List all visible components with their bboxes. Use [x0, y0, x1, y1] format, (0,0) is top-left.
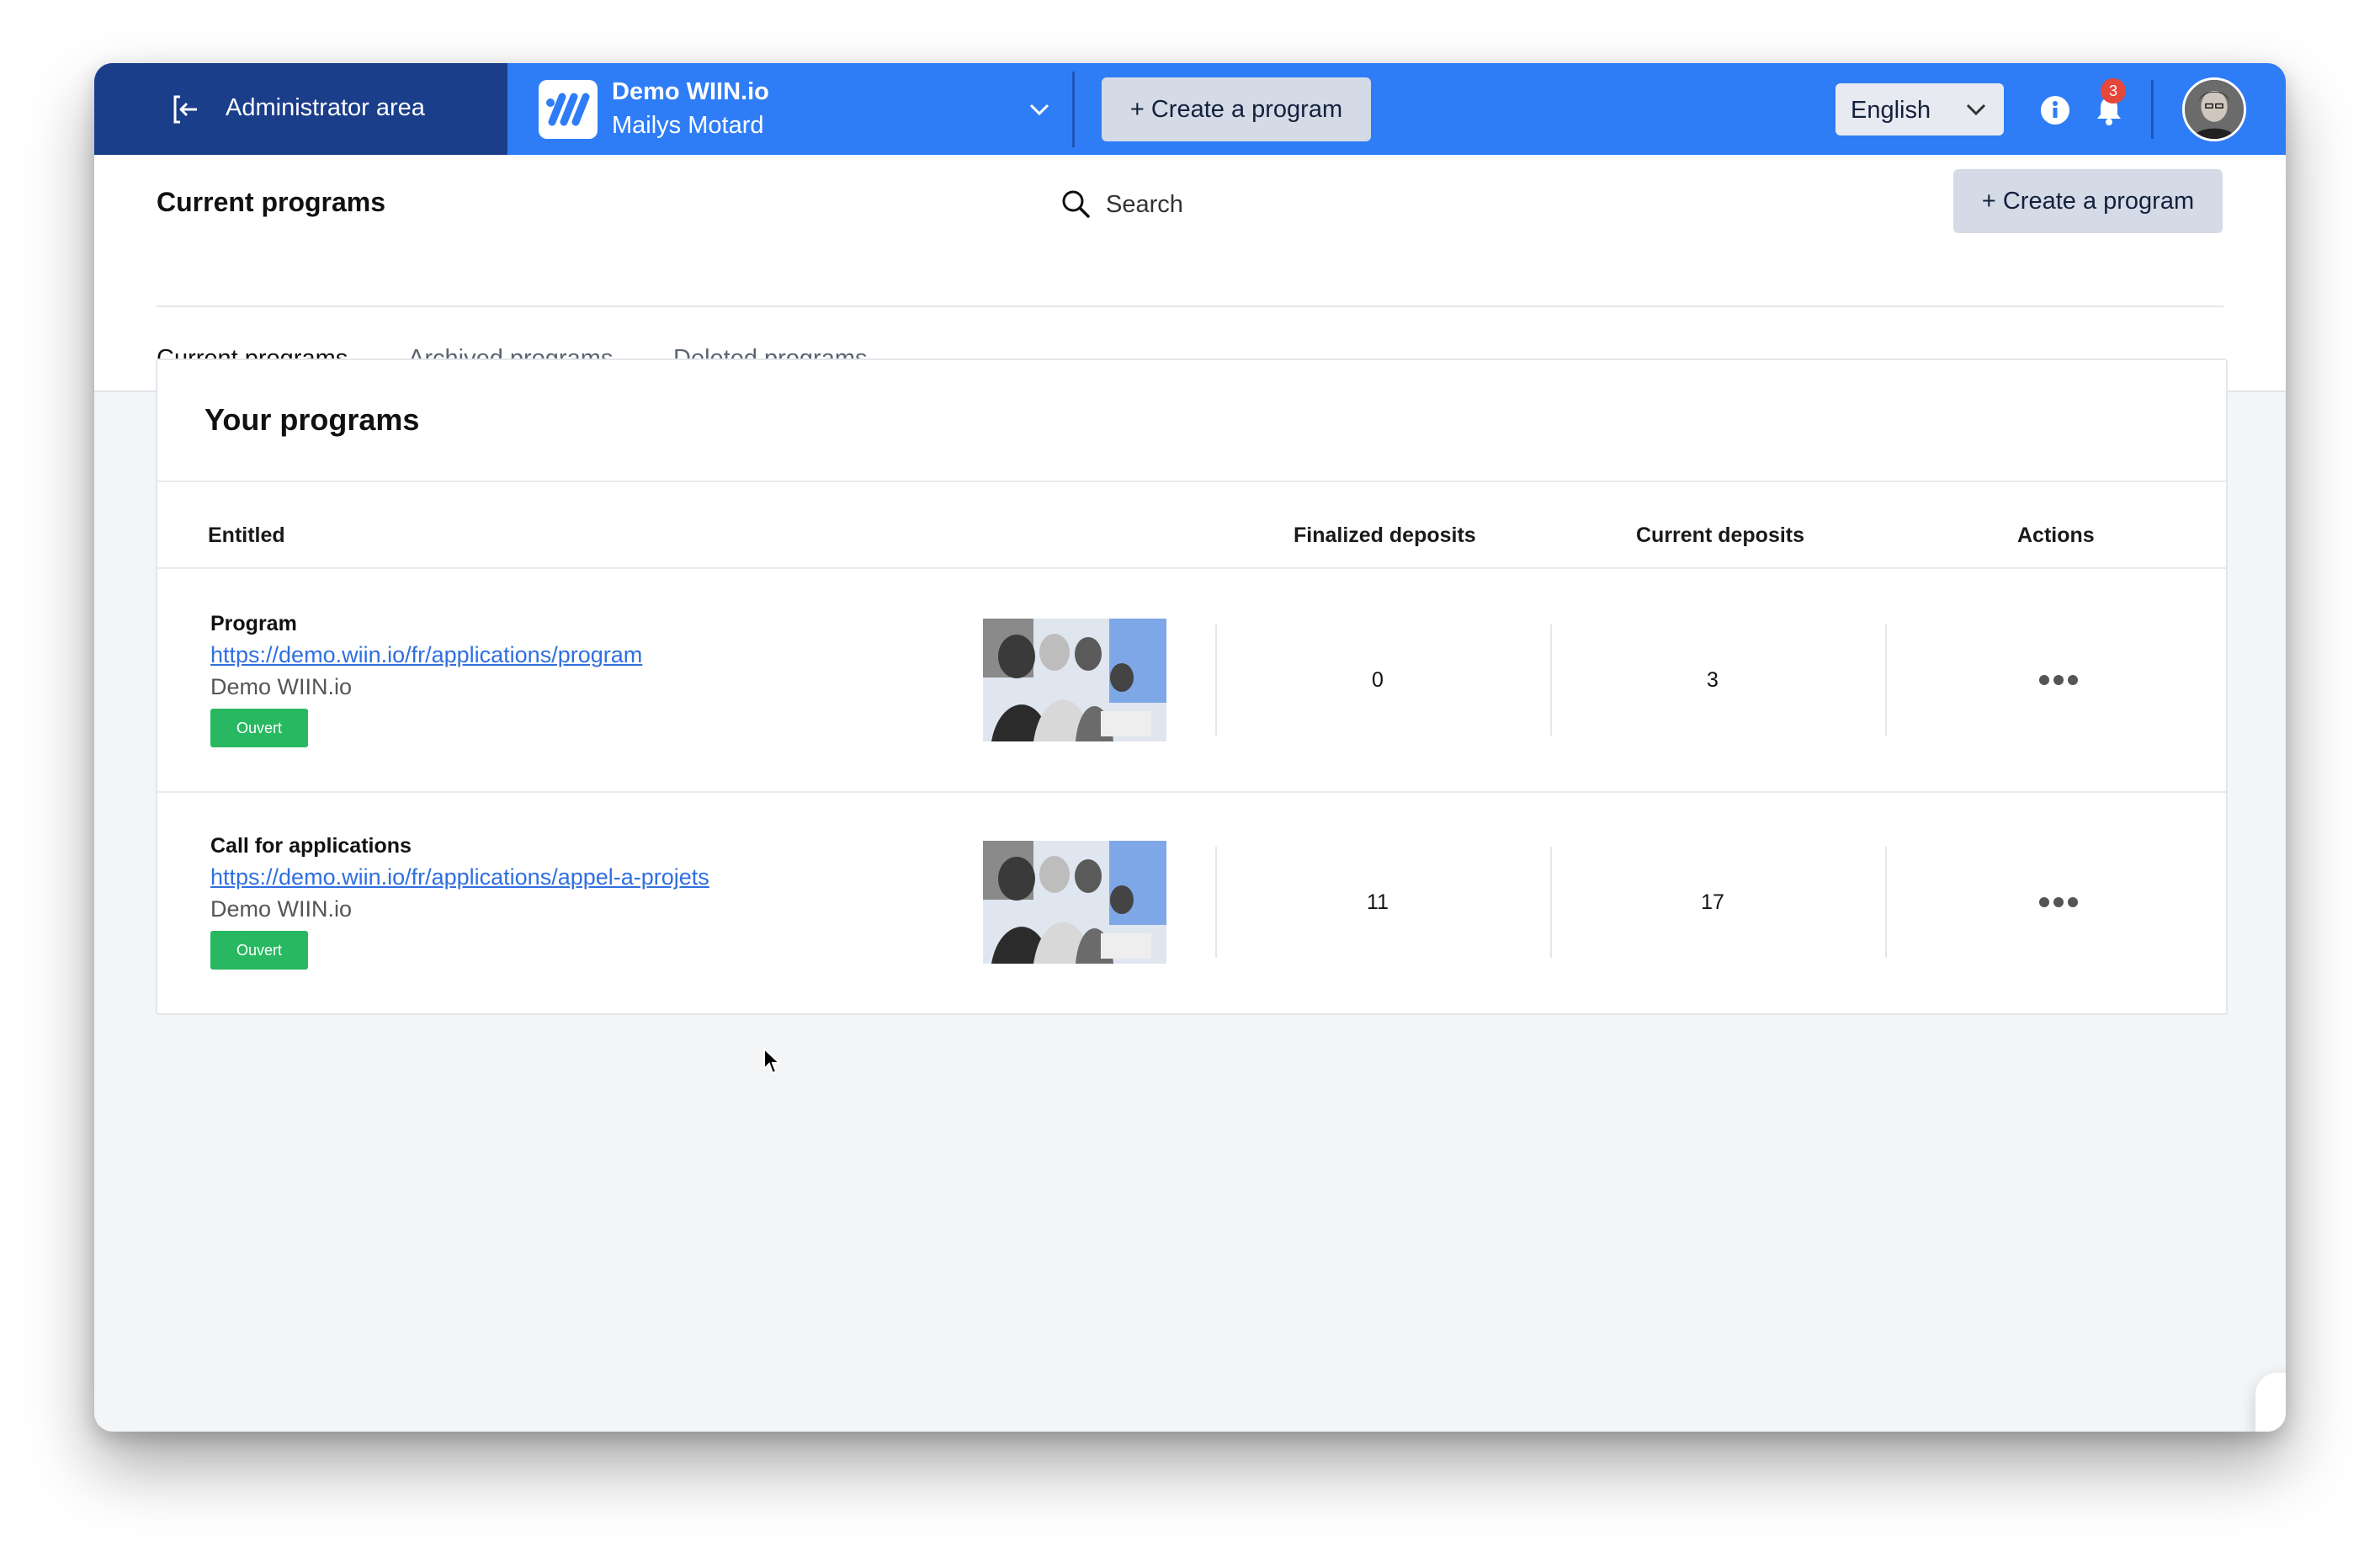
divider	[157, 306, 2223, 307]
divider	[157, 481, 2226, 482]
current-deposits-value: 17	[1701, 890, 1724, 914]
administrator-area-label: Administrator area	[226, 94, 425, 121]
divider	[1885, 847, 1887, 958]
search-icon	[1062, 190, 1090, 218]
app-window: Administrator area Demo WIIN.io Mailys M…	[94, 63, 2286, 1432]
language-value: English	[1851, 97, 1931, 124]
exit-icon	[173, 95, 197, 124]
organization-user: Mailys Motard	[612, 112, 764, 139]
card-title: Your programs	[205, 402, 420, 437]
administrator-area-link[interactable]: Administrator area	[94, 63, 505, 155]
divider	[1550, 624, 1552, 736]
program-organization: Demo WIIN.io	[210, 674, 353, 699]
program-organization: Demo WIIN.io	[210, 896, 353, 922]
divider	[1072, 72, 1075, 147]
page-header: Current programs + Create a program Curr…	[94, 155, 2286, 392]
program-name: Program	[210, 612, 297, 635]
more-dots-icon[interactable]	[2038, 896, 2079, 908]
status-badge: Ouvert	[210, 709, 308, 747]
notification-count-badge: 3	[2101, 78, 2126, 104]
create-program-button[interactable]: + Create a program	[1953, 169, 2223, 233]
program-link[interactable]: https://demo.wiin.io/fr/applications/pro…	[210, 642, 642, 668]
table-row: Program https://demo.wiin.io/fr/applicat…	[157, 569, 2226, 791]
divider	[1215, 847, 1217, 958]
column-header-entitled: Entitled	[208, 523, 285, 547]
page-title: Current programs	[157, 187, 386, 217]
language-select[interactable]: English	[1835, 83, 2004, 136]
avatar[interactable]	[2182, 77, 2246, 141]
more-dots-icon[interactable]	[2038, 674, 2079, 686]
wiin-logo-icon	[539, 80, 598, 139]
help-button[interactable]: ✌	[2255, 1373, 2286, 1432]
organization-name: Demo WIIN.io	[612, 78, 769, 105]
divider	[2151, 80, 2154, 139]
chevron-down-icon	[1966, 104, 1986, 116]
divider	[1885, 624, 1887, 736]
current-deposits-value: 3	[1707, 668, 1719, 692]
column-header-actions: Actions	[2017, 523, 2095, 547]
programs-card: Your programs Entitled Finalized deposit…	[156, 359, 2228, 1015]
column-header-finalized-deposits: Finalized deposits	[1294, 523, 1476, 547]
chevron-down-icon[interactable]	[1027, 97, 1052, 122]
divider	[1215, 624, 1217, 736]
column-header-current-deposits: Current deposits	[1636, 523, 1805, 547]
info-icon[interactable]	[2039, 94, 2071, 126]
divider	[1550, 847, 1552, 958]
search-input[interactable]	[1104, 187, 1528, 222]
finalized-deposits-value: 0	[1372, 668, 1384, 692]
table-row: Call for applications https://demo.wiin.…	[157, 791, 2226, 1013]
program-name: Call for applications	[210, 834, 412, 858]
cursor-icon	[763, 1047, 781, 1075]
finalized-deposits-value: 11	[1367, 890, 1389, 914]
status-badge: Ouvert	[210, 931, 308, 970]
program-link[interactable]: https://demo.wiin.io/fr/applications/app…	[210, 864, 709, 890]
program-thumbnail	[983, 619, 1166, 741]
program-thumbnail	[983, 841, 1166, 964]
top-create-program-button[interactable]: + Create a program	[1102, 77, 1371, 141]
top-bar: Administrator area Demo WIIN.io Mailys M…	[94, 63, 2286, 155]
